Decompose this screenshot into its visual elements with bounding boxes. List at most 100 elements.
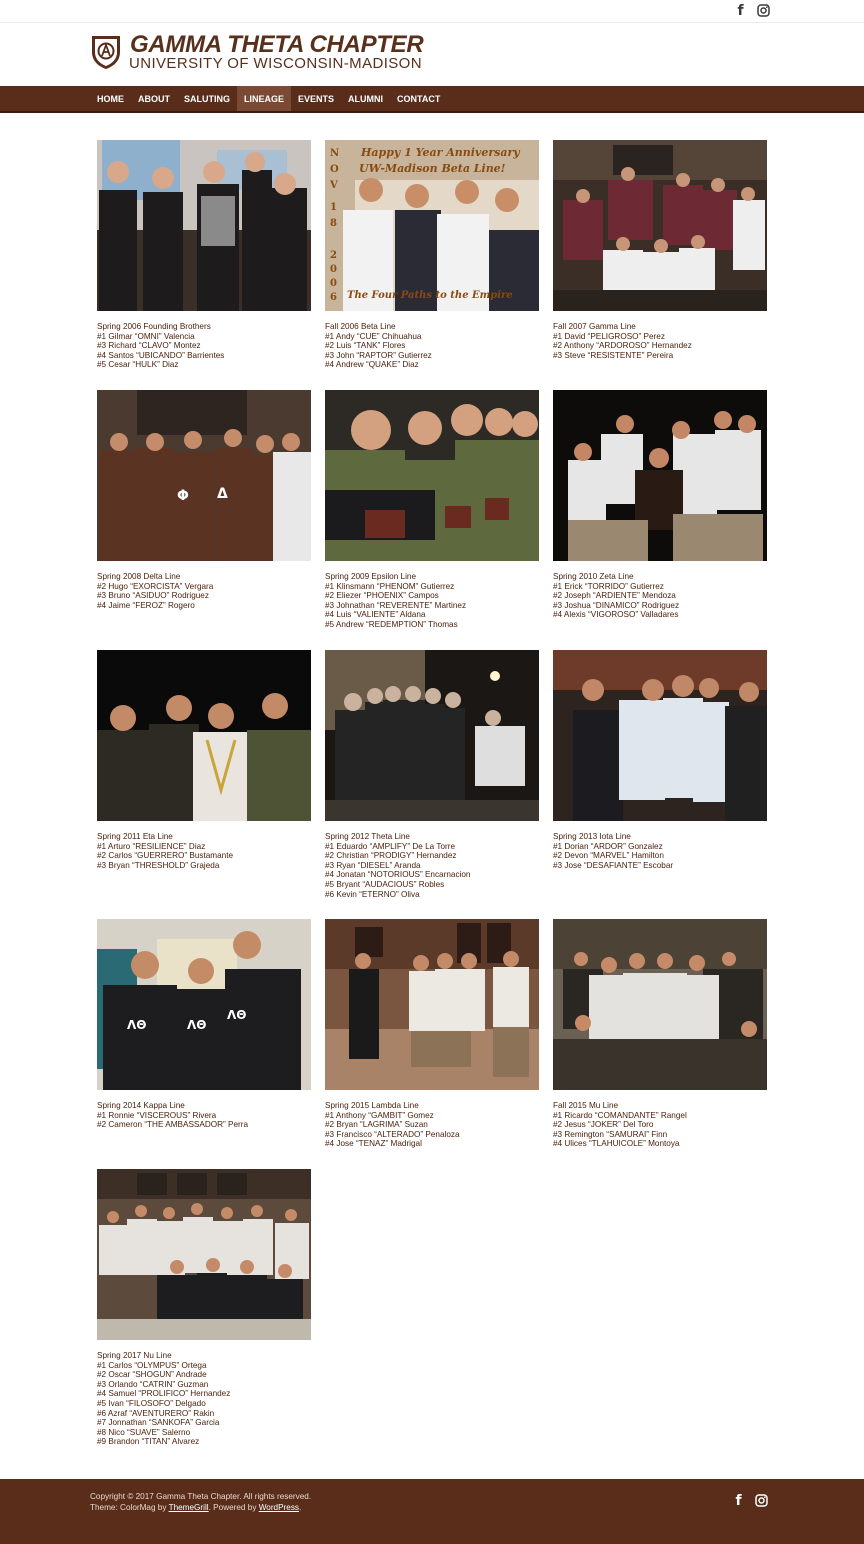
line-card: Spring 2006 Founding Brothers #1 Gilmar … xyxy=(97,140,311,370)
line-photo[interactable] xyxy=(325,919,539,1090)
line-card: Spring 2012 Theta Line #1 Eduardo “AMPLI… xyxy=(325,650,539,899)
nav-item-lineage[interactable]: LINEAGE xyxy=(237,86,292,111)
photo-overlay-side-char: N xyxy=(330,148,339,159)
site-subtitle: UNIVERSITY OF WISCONSIN-MADISON xyxy=(129,55,422,72)
line-title: Fall 2006 Beta Line xyxy=(325,322,396,331)
nav-item-alumni[interactable]: ALUMNI xyxy=(341,86,390,111)
nav-item-home[interactable]: HOME xyxy=(90,86,131,111)
line-photo[interactable]: ΛΘ ΛΘ ΛΘ xyxy=(97,919,311,1090)
line-photo[interactable] xyxy=(325,390,539,561)
chapter-crest-logo[interactable] xyxy=(90,34,122,70)
photo-overlay-bottom: The Four Paths to the Empire xyxy=(347,290,513,301)
line-title: Spring 2015 Lambda Line xyxy=(325,1101,419,1110)
line-photo[interactable] xyxy=(97,650,311,821)
line-member: #5 Cesar “HULK” Diaz xyxy=(97,360,179,370)
line-member: #4 Jaime “FEROZ” Rogero xyxy=(97,600,195,610)
line-card: Happy 1 Year Anniversary UW-Madison Beta… xyxy=(325,140,539,370)
line-photo[interactable] xyxy=(553,390,767,561)
line-photo[interactable]: ΦΔ xyxy=(97,390,311,561)
svg-text:Δ: Δ xyxy=(217,486,228,502)
line-caption: Fall 2007 Gamma Line #1 David “PELIGROSO… xyxy=(553,322,767,360)
photo-overlay-side-char: 0 xyxy=(330,264,337,275)
nav-item-contact[interactable]: CONTACT xyxy=(390,86,447,111)
main-navigation: HOME ABOUT SALUTING LINEAGE EVENTS ALUMN… xyxy=(0,86,864,113)
instagram-icon[interactable] xyxy=(755,1494,768,1508)
line-photo[interactable] xyxy=(97,1169,311,1340)
line-title: Spring 2011 Eta Line xyxy=(97,832,173,841)
photo-overlay-subheadline: UW-Madison Beta Line! xyxy=(359,162,506,175)
photo-overlay-side-char: O xyxy=(330,164,339,175)
facebook-icon[interactable]: f xyxy=(734,4,747,18)
nav-item-about[interactable]: ABOUT xyxy=(131,86,177,111)
wordpress-link[interactable]: WordPress xyxy=(259,1503,299,1512)
line-member: #3 Johnathan “REVERENTE” Martinez xyxy=(325,600,467,610)
copyright-text: Copyright © 2017 Gamma Theta Chapter. Al… xyxy=(90,1492,312,1501)
line-title: Spring 2013 Iota Line xyxy=(553,832,631,841)
line-member: #3 Joshua “DINAMICO” Rodriguez xyxy=(553,600,680,610)
line-photo[interactable]: Happy 1 Year Anniversary UW-Madison Beta… xyxy=(325,140,539,311)
nav-item-events[interactable]: EVENTS xyxy=(291,86,341,111)
line-member: #2 Eliezer “PHOENIX” Campos xyxy=(325,591,439,601)
line-member: #4 Andrew “QUAKE” Diaz xyxy=(325,360,419,370)
line-member: #4 Jonatan “NOTORIOUS” Encarnacion xyxy=(325,870,471,880)
svg-text:ΛΘ: ΛΘ xyxy=(187,1018,207,1032)
line-card: Spring 2017 Nu Line #1 Carlos “OLYMPUS” … xyxy=(97,1169,311,1447)
top-social-links: f xyxy=(734,4,770,18)
line-caption: Spring 2017 Nu Line #1 Carlos “OLYMPUS” … xyxy=(97,1351,311,1447)
line-member: #8 Nico “SUAVE” Salerno xyxy=(97,1427,191,1437)
line-title: Spring 2012 Theta Line xyxy=(325,832,410,841)
line-caption: Spring 2008 Delta Line #2 Hugo “EXORCIST… xyxy=(97,572,311,610)
line-member: #3 Ryan “DIESEL” Aranda xyxy=(325,860,421,870)
line-member: #1 Arturo “RESILIENCE” Diaz xyxy=(97,841,206,851)
line-card: Fall 2015 Mu Line #1 Ricardo “COMANDANTE… xyxy=(553,919,767,1149)
line-photo[interactable] xyxy=(553,650,767,821)
line-photo[interactable] xyxy=(553,140,767,311)
photo-overlay-side-char: 2 xyxy=(330,250,337,261)
nav-item-saluting[interactable]: SALUTING xyxy=(177,86,237,111)
line-title: Spring 2009 Epsilon Line xyxy=(325,572,417,581)
line-title: Fall 2007 Gamma Line xyxy=(553,322,636,331)
line-member: #6 Kevin “ETERNO” Oliva xyxy=(325,889,420,899)
themegrill-link[interactable]: ThemeGrill xyxy=(169,1503,209,1512)
line-member: #3 Orlando “CATRIN” Guzman xyxy=(97,1379,209,1389)
line-member: #7 Jonnathan “SANKOFA” Garcia xyxy=(97,1418,220,1428)
line-member: #2 Luis “TANK” Flores xyxy=(325,341,406,351)
line-member: #4 Ulices “TLAHUICOLE” Montoya xyxy=(553,1139,680,1149)
facebook-icon[interactable]: f xyxy=(732,1494,745,1508)
site-header: GAMMA THETA CHAPTER UNIVERSITY OF WISCON… xyxy=(0,24,864,85)
line-member: #6 Azraf “AVENTURERO” Rakin xyxy=(97,1408,215,1418)
top-bar: f xyxy=(0,0,864,23)
theme-credits: Theme: ColorMag by ThemeGrill. Powered b… xyxy=(90,1502,302,1512)
line-caption: Spring 2011 Eta Line #1 Arturo “RESILIEN… xyxy=(97,832,311,870)
line-member: #3 Richard “CLAVO” Montez xyxy=(97,341,201,351)
line-title: Spring 2017 Nu Line xyxy=(97,1351,172,1360)
line-member: #4 Santos “UBICANDO” Barrientes xyxy=(97,350,225,360)
line-member: #2 Anthony “ARDOROSO” Hernandez xyxy=(553,341,692,351)
line-member: #5 Ivan “FILOSOFO” Delgado xyxy=(97,1398,206,1408)
line-member: #5 Bryant “AUDACIOUS” Robles xyxy=(325,879,445,889)
line-caption: Spring 2010 Zeta Line #1 Erick “TORRIDO”… xyxy=(553,572,767,620)
line-member: #2 Bryan “LAGRIMA” Suzan xyxy=(325,1120,428,1130)
line-caption: Spring 2015 Lambda Line #1 Anthony “GAMB… xyxy=(325,1101,539,1149)
line-member: #1 Erick “TORRIDO” Gutierrez xyxy=(553,581,664,591)
line-card: Spring 2011 Eta Line #1 Arturo “RESILIEN… xyxy=(97,650,311,870)
line-member: #5 Andrew “REDEMPTION” Thomas xyxy=(325,619,458,629)
line-member: #1 Klinsmann “PHENOM” Gutierrez xyxy=(325,581,455,591)
line-member: #2 Joseph “ARDIENTE” Mendoza xyxy=(553,591,676,601)
line-photo[interactable] xyxy=(97,140,311,311)
svg-text:ΛΘ: ΛΘ xyxy=(227,1008,247,1022)
line-member: #3 John “RAPTOR” Gutierrez xyxy=(325,350,432,360)
line-member: #4 Alexis “VIGOROSO” Valladares xyxy=(553,610,679,620)
line-card: Spring 2010 Zeta Line #1 Erick “TORRIDO”… xyxy=(553,390,767,620)
line-caption: Fall 2006 Beta Line #1 Andy “CUE” Chihua… xyxy=(325,322,539,370)
photo-overlay-side-char: 8 xyxy=(330,218,337,229)
line-caption: Spring 2012 Theta Line #1 Eduardo “AMPLI… xyxy=(325,832,539,899)
line-caption: Spring 2006 Founding Brothers #1 Gilmar … xyxy=(97,322,311,370)
instagram-icon[interactable] xyxy=(757,4,770,18)
line-member: #1 Gilmar “OMNI” Valencia xyxy=(97,331,195,341)
line-photo[interactable] xyxy=(553,919,767,1090)
line-title: Fall 2015 Mu Line xyxy=(553,1101,619,1110)
line-member: #1 Ricardo “COMANDANTE” Rangel xyxy=(553,1110,687,1120)
line-member: #1 David “PELIGROSO” Perez xyxy=(553,331,665,341)
line-photo[interactable] xyxy=(325,650,539,821)
